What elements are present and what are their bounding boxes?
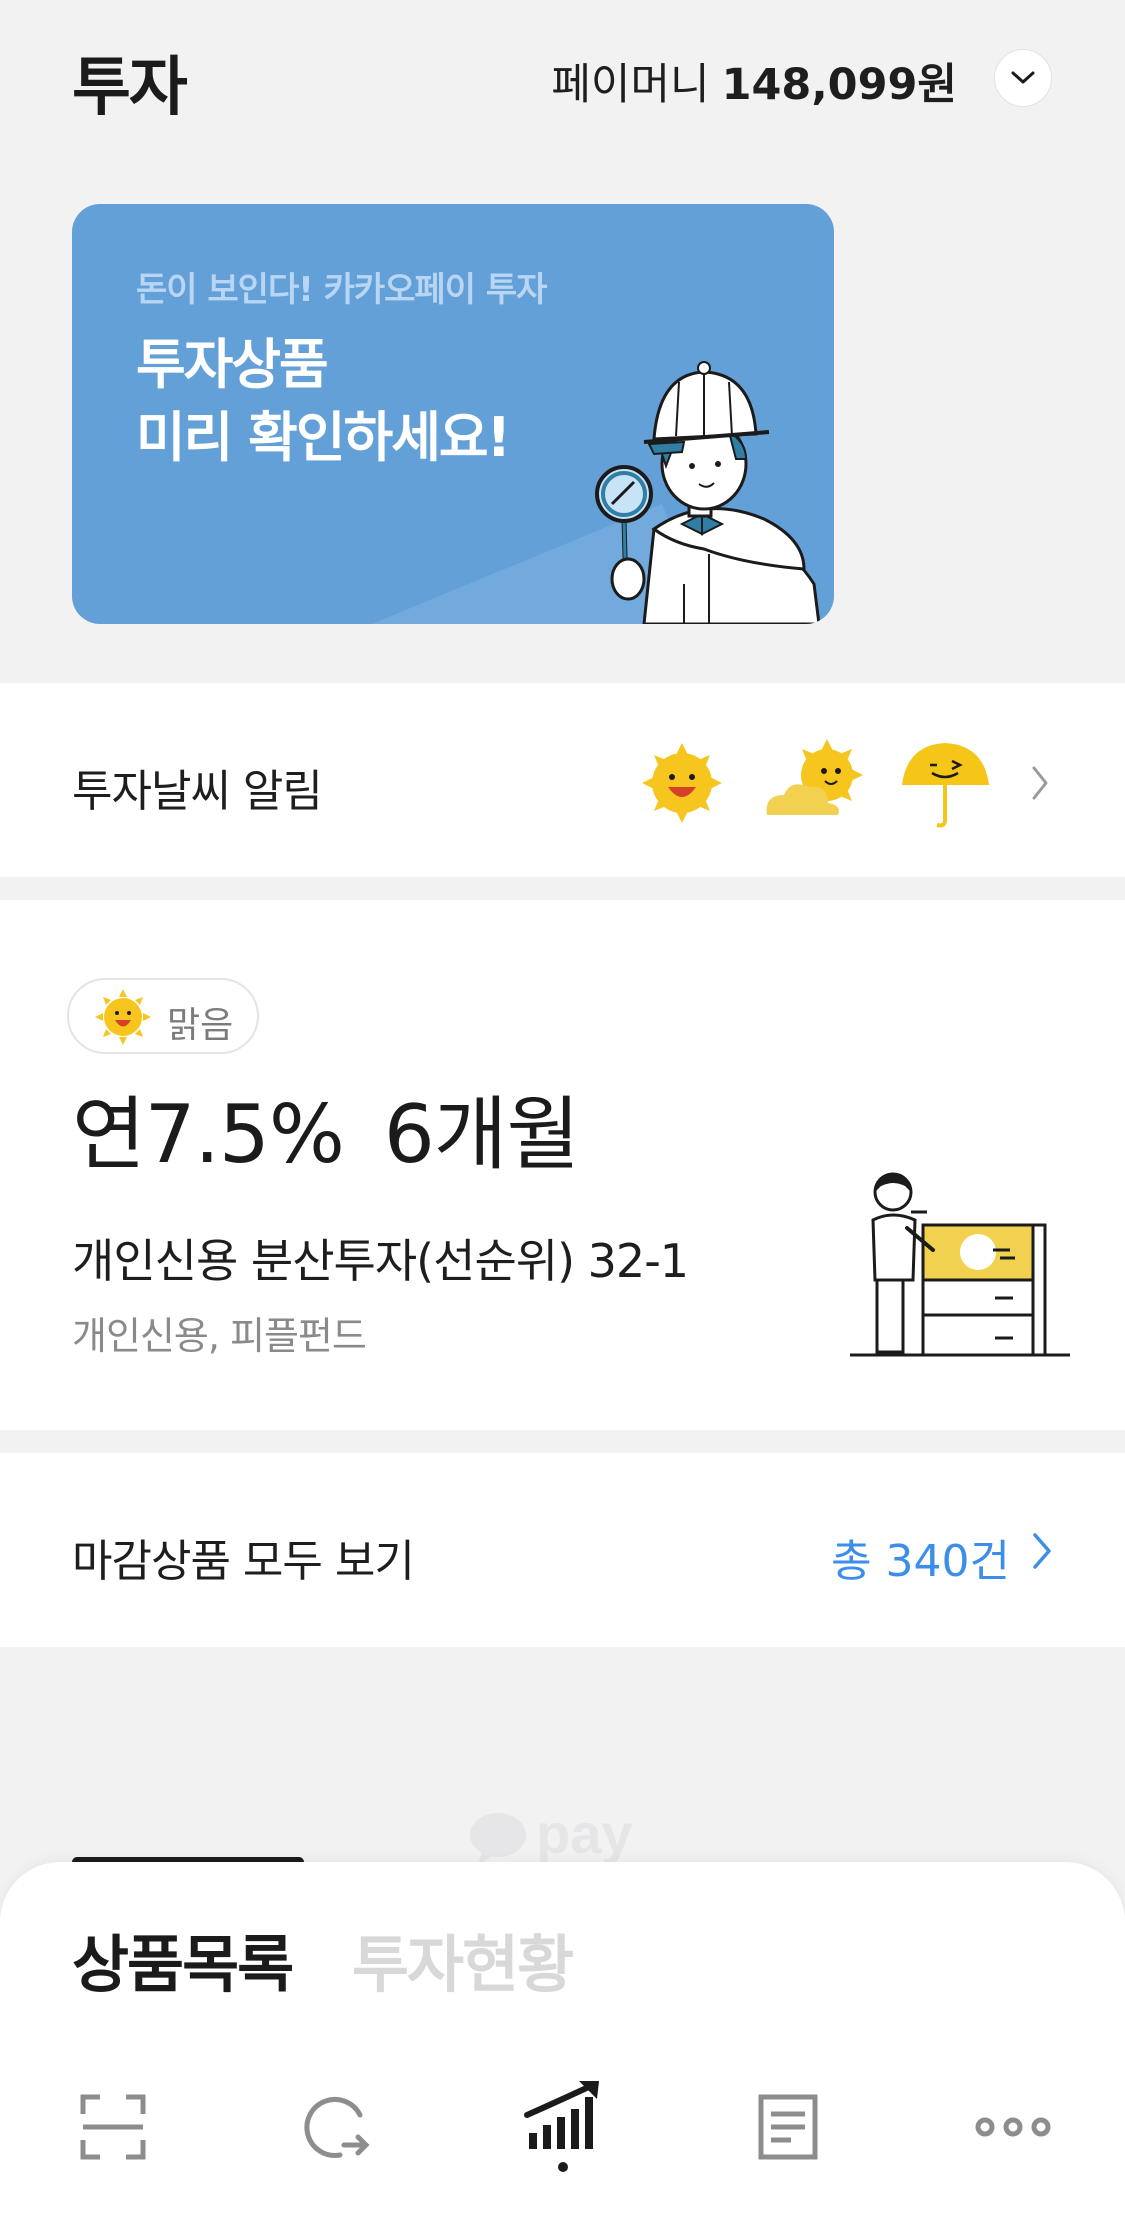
weather-badge-label: 맑음 bbox=[167, 1005, 234, 1046]
scan-icon[interactable] bbox=[58, 2072, 168, 2182]
umbrella-icon bbox=[902, 743, 989, 828]
chevron-down-icon[interactable] bbox=[994, 49, 1052, 107]
sun-icon bbox=[642, 743, 722, 823]
product-card[interactable]: 맑음 연7.5% 6개월 개인신용 분산투자(선순위) 32-1 개인신용, 피플… bbox=[0, 900, 1125, 1430]
product-name: 개인신용 분산투자(선순위) 32-1 bbox=[72, 1234, 689, 1288]
document-icon[interactable] bbox=[733, 2072, 843, 2182]
detective-illustration bbox=[595, 361, 821, 624]
closed-products-count: 총 340건 bbox=[831, 1536, 1010, 1587]
paymoney-balance[interactable]: 페이머니 148,099원 bbox=[551, 50, 957, 112]
promo-banner[interactable]: 돈이 보인다! 카카오페이 투자 투자상품 미리 확인하세요! bbox=[72, 204, 834, 624]
weather-alert-row[interactable]: 투자날씨 알림 bbox=[0, 683, 1125, 877]
more-icon[interactable] bbox=[958, 2072, 1068, 2182]
header: 투자 페이머니 148,099원 bbox=[0, 0, 1125, 143]
sun-cloud-icon bbox=[766, 739, 863, 815]
product-rate-term: 연7.5% 6개월 bbox=[72, 1070, 580, 1186]
chevron-right-icon bbox=[1032, 766, 1048, 800]
page-title: 투자 bbox=[72, 51, 188, 125]
banner-subtitle: 돈이 보인다! 카카오페이 투자 bbox=[136, 270, 547, 310]
chevron-right-icon bbox=[1033, 1533, 1051, 1569]
svg-text:pay: pay bbox=[536, 1805, 633, 1865]
weather-icons bbox=[642, 739, 1048, 828]
product-term: 6개월 bbox=[383, 1088, 580, 1181]
tab-investment-status[interactable]: 투자현황 bbox=[352, 1914, 574, 2004]
view-closed-products-label: 마감상품 모두 보기 bbox=[72, 1536, 415, 1587]
paymoney-label: 페이머니 bbox=[551, 60, 710, 110]
chart-icon[interactable] bbox=[508, 2072, 618, 2182]
invest-page: 투자 페이머니 148,099원 돈이 보인다! 카카오페이 투자 투자상품 미리… bbox=[0, 0, 1125, 2232]
tab-product-list[interactable]: 상품목록 bbox=[72, 1914, 294, 2004]
product-meta: 개인신용, 피플펀드 bbox=[72, 1314, 367, 1358]
product-rate: 연7.5% bbox=[72, 1088, 345, 1181]
refresh-icon[interactable] bbox=[283, 2072, 393, 2182]
weather-badge: 맑음 bbox=[67, 978, 259, 1054]
view-closed-products-row[interactable]: 마감상품 모두 보기 총 340건 bbox=[0, 1453, 1125, 1647]
paymoney-amount: 148,099원 bbox=[721, 60, 957, 110]
banner-section: 돈이 보인다! 카카오페이 투자 투자상품 미리 확인하세요! bbox=[0, 143, 1125, 683]
cabinet-person-illustration bbox=[850, 1172, 1070, 1357]
sun-icon bbox=[95, 989, 151, 1045]
bottom-nav bbox=[0, 2072, 1125, 2202]
bottom-sheet: 상품목록 투자현황 bbox=[0, 1862, 1125, 2232]
weather-alert-label: 투자날씨 알림 bbox=[72, 766, 323, 817]
